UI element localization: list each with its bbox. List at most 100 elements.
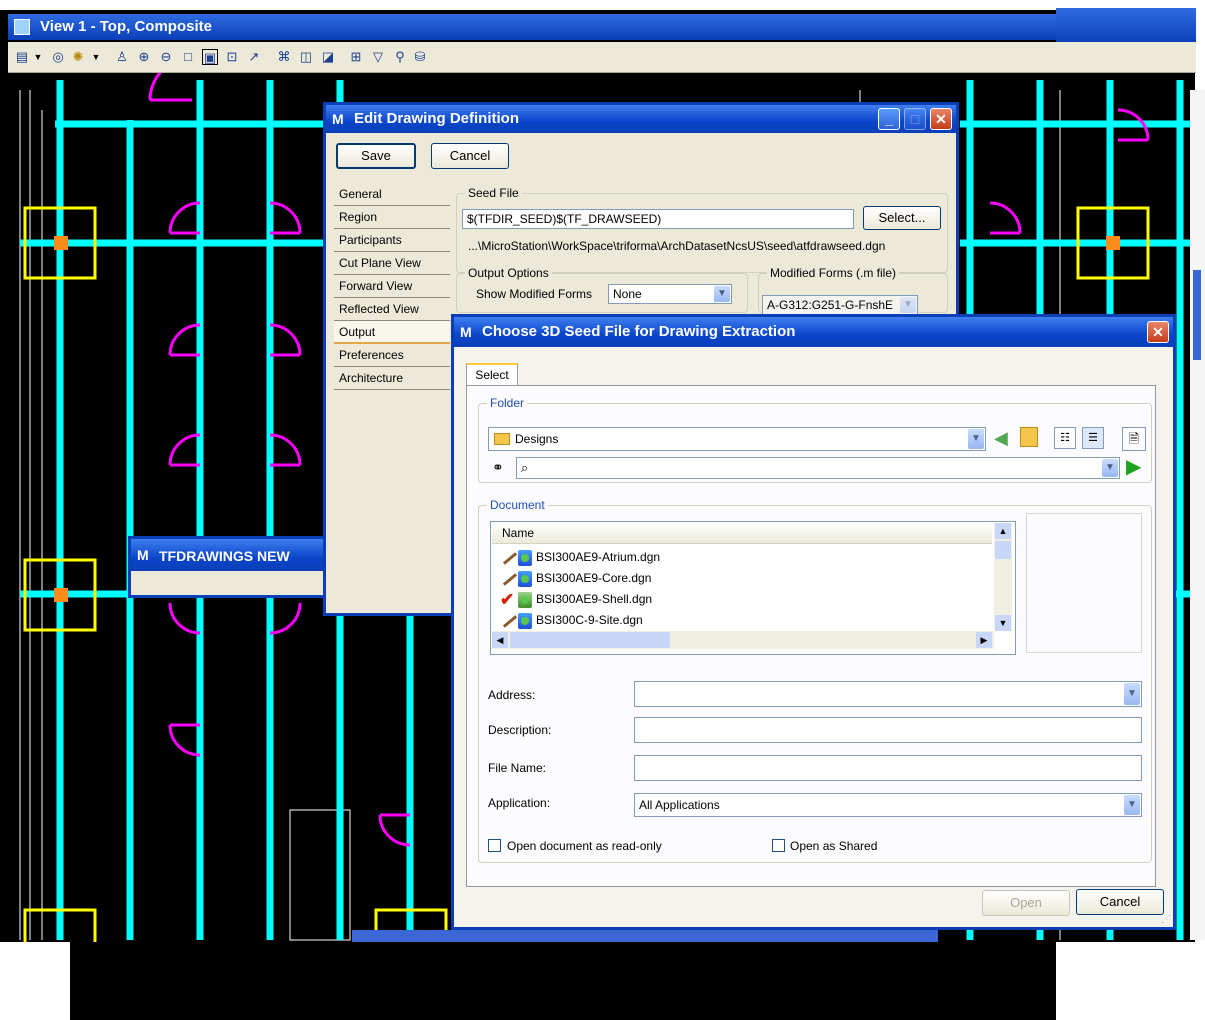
minimize-button[interactable]: _: [878, 108, 900, 130]
choose-seed-title-bar[interactable]: M Choose 3D Seed File for Drawing Extrac…: [454, 317, 1173, 347]
folder-select[interactable]: Designs ▼: [488, 427, 986, 451]
scroll-left-icon[interactable]: ◀: [492, 632, 508, 648]
clip-volume-icon[interactable]: ⊞: [348, 49, 364, 65]
cancel-button[interactable]: Cancel: [1076, 889, 1164, 915]
scroll-thumb[interactable]: [995, 541, 1011, 559]
display-style-icon[interactable]: ◎: [50, 49, 66, 65]
nav-item-region[interactable]: Region: [334, 206, 450, 229]
lighting-icon[interactable]: ✺: [70, 49, 86, 65]
seed-file-group: Seed File: [456, 186, 948, 273]
list-item[interactable]: BSI300AE9-Core.dgn: [500, 568, 980, 588]
scroll-up-icon[interactable]: ▲: [995, 523, 1011, 539]
nav-item-preferences[interactable]: Preferences: [334, 344, 450, 367]
choose-seed-title: Choose 3D Seed File for Drawing Extracti…: [482, 323, 796, 340]
scroll-thumb[interactable]: [510, 632, 670, 648]
read-only-checkbox[interactable]: [488, 839, 501, 852]
select-seed-button[interactable]: Select...: [863, 206, 941, 230]
next-view-icon[interactable]: ◪: [320, 49, 336, 65]
search-input[interactable]: ⌕ ▼: [516, 457, 1120, 479]
seed-file-input[interactable]: $(TFDIR_SEED)$(TF_DRAWSEED): [462, 209, 854, 229]
cad-view-title: View 1 - Top, Composite: [40, 18, 212, 35]
folder-value: Designs: [515, 432, 559, 446]
chevron-down-icon: ▼: [900, 297, 916, 313]
properties-icon[interactable]: 🗎: [1122, 427, 1146, 451]
dropdown-arrow-icon[interactable]: ▼: [88, 49, 104, 65]
view-control-toolbar: ▤ ▼ ◎ ✺ ▼ ♙ ⊕ ⊖ □ ▣ ⊡ ↗ ⌘ ◫ ◪ ⊞ ▽ ⚲ ⛁: [8, 42, 1196, 73]
window-area-icon[interactable]: □: [180, 49, 196, 65]
rotate-view-icon[interactable]: ⊡: [224, 49, 240, 65]
fit-view-icon[interactable]: ▣: [202, 49, 218, 65]
nav-item-participants[interactable]: Participants: [334, 229, 450, 252]
seed-file-label: Seed File: [465, 186, 522, 200]
cad-view-lower-area: [70, 942, 1056, 1020]
nav-item-reflected-view[interactable]: Reflected View: [334, 298, 450, 321]
camera-icon[interactable]: ⚲: [392, 49, 408, 65]
tfdrawings-new-window: M TFDRAWINGS NEW: [128, 536, 326, 598]
maximize-button[interactable]: □: [904, 108, 926, 130]
chevron-down-icon: ▼: [968, 429, 984, 449]
chevron-down-icon: ▼: [1102, 459, 1118, 477]
edit-drawing-title-bar[interactable]: M Edit Drawing Definition _ □ ✕: [326, 105, 956, 133]
scroll-right-icon[interactable]: ▶: [976, 632, 992, 648]
open-shared-checkbox[interactable]: [772, 839, 785, 852]
checked-in-icon: ✔: [500, 590, 536, 609]
binoculars-icon[interactable]: ⚭: [492, 459, 504, 475]
list-view-icon[interactable]: ☷: [1054, 427, 1076, 449]
tfdrawings-title-bar[interactable]: M TFDRAWINGS NEW: [131, 539, 323, 571]
file-name-label: File Name:: [488, 761, 547, 775]
close-button[interactable]: ✕: [930, 108, 952, 130]
cad-view-title-bar[interactable]: View 1 - Top, Composite: [8, 14, 1056, 40]
checked-out-icon: [500, 549, 536, 566]
show-modified-forms-select[interactable]: None ▼: [608, 284, 732, 304]
list-item[interactable]: BSI300AE9-Atrium.dgn: [500, 547, 980, 567]
dropdown-arrow-icon[interactable]: ▼: [30, 49, 46, 65]
list-header-name[interactable]: Name: [492, 523, 992, 544]
save-button[interactable]: Save: [336, 143, 416, 169]
resize-grip-icon[interactable]: ⋰: [1161, 914, 1171, 925]
chevron-down-icon: ▼: [714, 286, 730, 302]
open-shared-label: Open as Shared: [790, 839, 878, 853]
horizontal-scrollbar[interactable]: ◀ ▶: [492, 631, 994, 649]
view-attributes-icon[interactable]: ▤: [14, 49, 30, 65]
nav-item-cut-plane-view[interactable]: Cut Plane View: [334, 252, 450, 275]
list-item[interactable]: BSI300C-9-Site.dgn: [500, 610, 980, 630]
seed-file-path: ...\MicroStation\WorkSpace\triforma\Arch…: [468, 239, 886, 253]
pan-view-icon[interactable]: ↗: [246, 49, 262, 65]
go-search-icon[interactable]: ▶: [1126, 457, 1141, 477]
cancel-button[interactable]: Cancel: [431, 143, 509, 169]
update-view-icon[interactable]: ♙: [114, 49, 130, 65]
previous-view-icon[interactable]: ◫: [298, 49, 314, 65]
scroll-down-icon[interactable]: ▼: [995, 615, 1011, 631]
output-options-label: Output Options: [465, 266, 552, 280]
document-name: BSI300AE9-Core.dgn: [536, 571, 652, 585]
nav-item-general[interactable]: General: [334, 183, 450, 206]
tab-select[interactable]: Select: [466, 363, 518, 385]
folder-label: Folder: [487, 396, 528, 410]
file-name-input[interactable]: [634, 755, 1142, 781]
walk-icon[interactable]: ⌘: [276, 49, 292, 65]
up-folder-icon[interactable]: [1020, 427, 1038, 447]
details-view-icon[interactable]: ☰: [1082, 427, 1104, 449]
address-select[interactable]: ▼: [634, 681, 1142, 707]
nav-item-output[interactable]: Output: [334, 321, 450, 344]
modified-forms-select[interactable]: A-G312:G251-G-FnshE ▼: [762, 295, 918, 315]
right-edge-strip: [1190, 90, 1205, 940]
list-item[interactable]: ✔ BSI300AE9-Shell.dgn: [500, 589, 980, 609]
read-only-label: Open document as read-only: [507, 839, 662, 853]
zoom-in-icon[interactable]: ⊕: [136, 49, 152, 65]
address-label: Address:: [488, 688, 536, 702]
render-icon[interactable]: ⛁: [412, 49, 428, 65]
search-icon: ⌕: [521, 460, 529, 475]
definition-category-list: General Region Participants Cut Plane Vi…: [334, 183, 450, 390]
close-button[interactable]: ✕: [1147, 321, 1169, 343]
open-button[interactable]: Open: [982, 890, 1070, 916]
description-input[interactable]: [634, 717, 1142, 743]
zoom-out-icon[interactable]: ⊖: [158, 49, 174, 65]
back-arrow-icon[interactable]: ◀: [994, 429, 1008, 447]
nav-item-forward-view[interactable]: Forward View: [334, 275, 450, 298]
vertical-scrollbar[interactable]: ▲ ▼: [994, 523, 1012, 631]
tfdrawings-title: TFDRAWINGS NEW: [159, 548, 290, 564]
application-select[interactable]: All Applications ▼: [634, 793, 1142, 817]
nav-item-architecture[interactable]: Architecture: [334, 367, 450, 390]
clip-mask-icon[interactable]: ▽: [370, 49, 386, 65]
